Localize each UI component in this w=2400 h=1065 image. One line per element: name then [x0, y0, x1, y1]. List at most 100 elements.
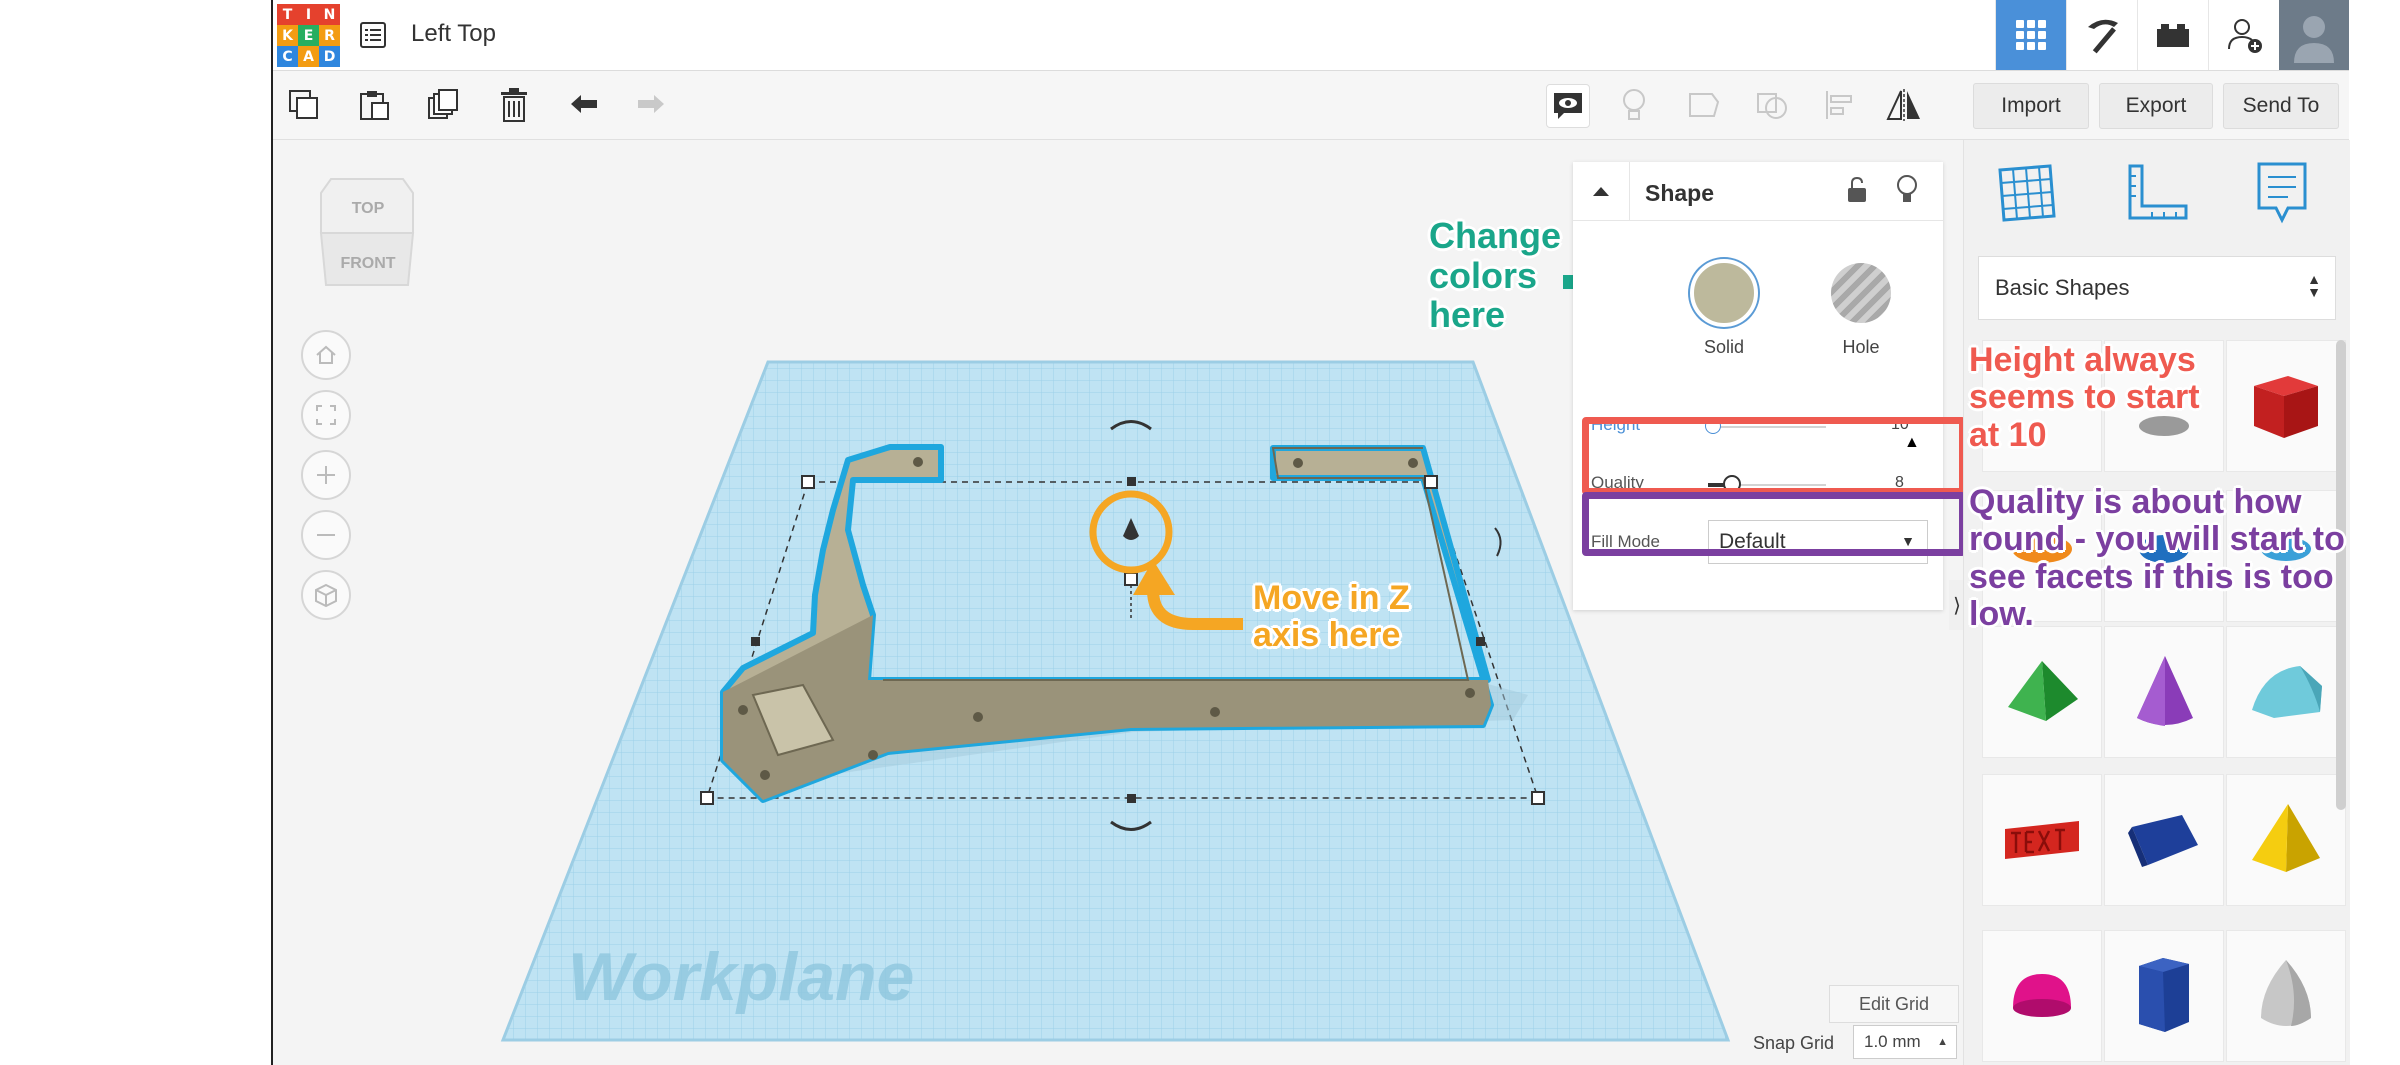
3d-workspace[interactable]: TOP FRONT Workplane Shape Solid Hole Hei…: [273, 140, 1966, 1065]
ungroup-button[interactable]: [1751, 84, 1793, 126]
shape-category-value: Basic Shapes: [1995, 275, 2130, 300]
solid-color-swatch[interactable]: [1690, 259, 1758, 327]
paraboloid-shape-icon: [2261, 960, 2311, 1026]
annotation-line: Change: [1429, 215, 1562, 256]
shape-tile-polygon[interactable]: [2104, 930, 2224, 1062]
yellow-pyramid-shape-icon: [2252, 804, 2320, 872]
mirror-icon: [1886, 89, 1920, 121]
undo-icon: [571, 95, 597, 113]
blue-wedge-shape-icon: [2128, 815, 2198, 867]
quality-annotation: Quality is about how round - you will st…: [1969, 483, 2345, 634]
shape-tile-pyramid-yellow[interactable]: [2226, 774, 2346, 906]
user-avatar[interactable]: [2279, 0, 2349, 70]
logo-letter: C: [277, 46, 298, 67]
inspector-header: Shape: [1573, 162, 1943, 221]
redo-icon: [638, 95, 664, 113]
annotation-line: Move in Z: [1253, 579, 1410, 617]
tinkercad-logo[interactable]: TINKERCAD: [277, 4, 340, 67]
updown-caret-icon: ▲ ▼: [2307, 271, 2321, 300]
note-icon: [2257, 162, 2307, 224]
hole-swatch[interactable]: [1831, 263, 1891, 323]
visibility-button[interactable]: [1895, 174, 1919, 211]
height-annotation: Height always seems to start at 10: [1969, 341, 2200, 454]
edit-grid-button[interactable]: Edit Grid: [1829, 985, 1959, 1023]
align-icon: [1826, 91, 1852, 119]
undo-button[interactable]: [563, 84, 605, 126]
workplane-tool-button[interactable]: [1996, 162, 2058, 229]
annotation-line: at 10: [1969, 415, 2047, 454]
codeblocks-view-button[interactable]: [2066, 0, 2137, 70]
import-button[interactable]: Import: [1973, 83, 2089, 129]
solid-label: Solid: [1703, 337, 1745, 357]
purple-cone-shape-icon: [2137, 656, 2193, 726]
redo-button[interactable]: [630, 84, 672, 126]
shape-tile-roof[interactable]: [2226, 626, 2346, 758]
unlock-icon: [1848, 176, 1866, 202]
workplane-label: Workplane: [568, 939, 915, 1015]
snap-grid-value: 1.0 mm: [1864, 1032, 1921, 1051]
paste-button[interactable]: [353, 84, 395, 126]
paste-icon: [360, 91, 389, 120]
collapse-button[interactable]: [1573, 162, 1630, 220]
notes-tool-button[interactable]: [2254, 160, 2310, 231]
avatar-icon: [2294, 16, 2334, 63]
lock-button[interactable]: [1845, 176, 1869, 209]
logo-letter: A: [298, 46, 319, 67]
logo-letter: E: [298, 25, 319, 46]
send-to-button[interactable]: Send To: [2223, 83, 2339, 129]
shape-tile-paraboloid[interactable]: [2226, 930, 2346, 1062]
mirror-button[interactable]: [1883, 84, 1925, 126]
annotation-line: axis here: [1253, 616, 1401, 655]
change-colors-annotation: Change colors here: [1429, 216, 1561, 335]
bricks-view-button[interactable]: [2137, 0, 2208, 70]
grid-icon: [2016, 20, 2046, 50]
move-z-annotation: Move in Z axis here: [1253, 579, 1410, 655]
height-highlight-box: [1582, 417, 1966, 495]
caret-up-icon: ▲: [1937, 1036, 1948, 1048]
note-eye-icon: [1554, 93, 1582, 119]
ruler-tool-button[interactable]: [2124, 162, 2190, 229]
shape-tile-pyramid-green[interactable]: [1982, 626, 2102, 758]
red-box-shape-icon: [2254, 376, 2318, 438]
export-button[interactable]: Export: [2099, 83, 2213, 129]
header-right-buttons: [1995, 0, 2349, 70]
lightbulb-icon: [1623, 89, 1645, 120]
teal-roof-shape-icon: [2252, 666, 2322, 718]
annotation-line: round - you will start to: [1969, 520, 2345, 559]
shape-tile-cone[interactable]: [2104, 626, 2224, 758]
notes-visibility-button[interactable]: [1546, 84, 1590, 128]
workplane-grid-icon: [1998, 164, 2056, 222]
annotation-line: Height always: [1969, 341, 2196, 379]
ruler-icon: [2128, 164, 2188, 220]
duplicate-icon: [428, 89, 458, 119]
snap-grid-select[interactable]: 1.0 mm ▲: [1853, 1025, 1957, 1059]
3d-design-view-button[interactable]: [1995, 0, 2066, 70]
shape-category-select[interactable]: Basic Shapes ▲ ▼: [1978, 256, 2336, 320]
shape-tile-box-red[interactable]: [2226, 340, 2346, 472]
caret-up-icon: [1593, 187, 1609, 196]
annotation-line: Quality is about how: [1969, 483, 2302, 521]
group-button[interactable]: [1683, 84, 1725, 126]
delete-button[interactable]: [493, 84, 535, 126]
logo-letter: T: [277, 4, 298, 25]
shape-tile-text[interactable]: [1982, 774, 2102, 906]
annotation-line: colors: [1429, 254, 1538, 296]
align-button[interactable]: [1819, 84, 1861, 126]
copy-button[interactable]: [283, 84, 325, 126]
top-bar: TINKERCAD Left Top: [273, 0, 2349, 71]
shape-tile-half-sphere[interactable]: [1982, 930, 2102, 1062]
add-user-button[interactable]: [2208, 0, 2279, 70]
annotation-line: here: [1429, 294, 1506, 336]
design-title[interactable]: Left Top: [411, 20, 496, 48]
shape-tile-wedge[interactable]: [2104, 774, 2224, 906]
design-list-icon[interactable]: [358, 20, 388, 50]
pickaxe-icon: [2088, 19, 2118, 54]
logo-letter: N: [319, 4, 340, 25]
snap-grid-label: Snap Grid: [1753, 1033, 1835, 1053]
quality-highlight-box: [1582, 492, 1966, 556]
blue-polygon-shape-icon: [2139, 958, 2189, 1032]
show-all-button[interactable]: [1613, 84, 1655, 126]
duplicate-button[interactable]: [423, 84, 465, 126]
hole-label: Hole: [1842, 337, 1880, 357]
logo-letter: K: [277, 25, 298, 46]
